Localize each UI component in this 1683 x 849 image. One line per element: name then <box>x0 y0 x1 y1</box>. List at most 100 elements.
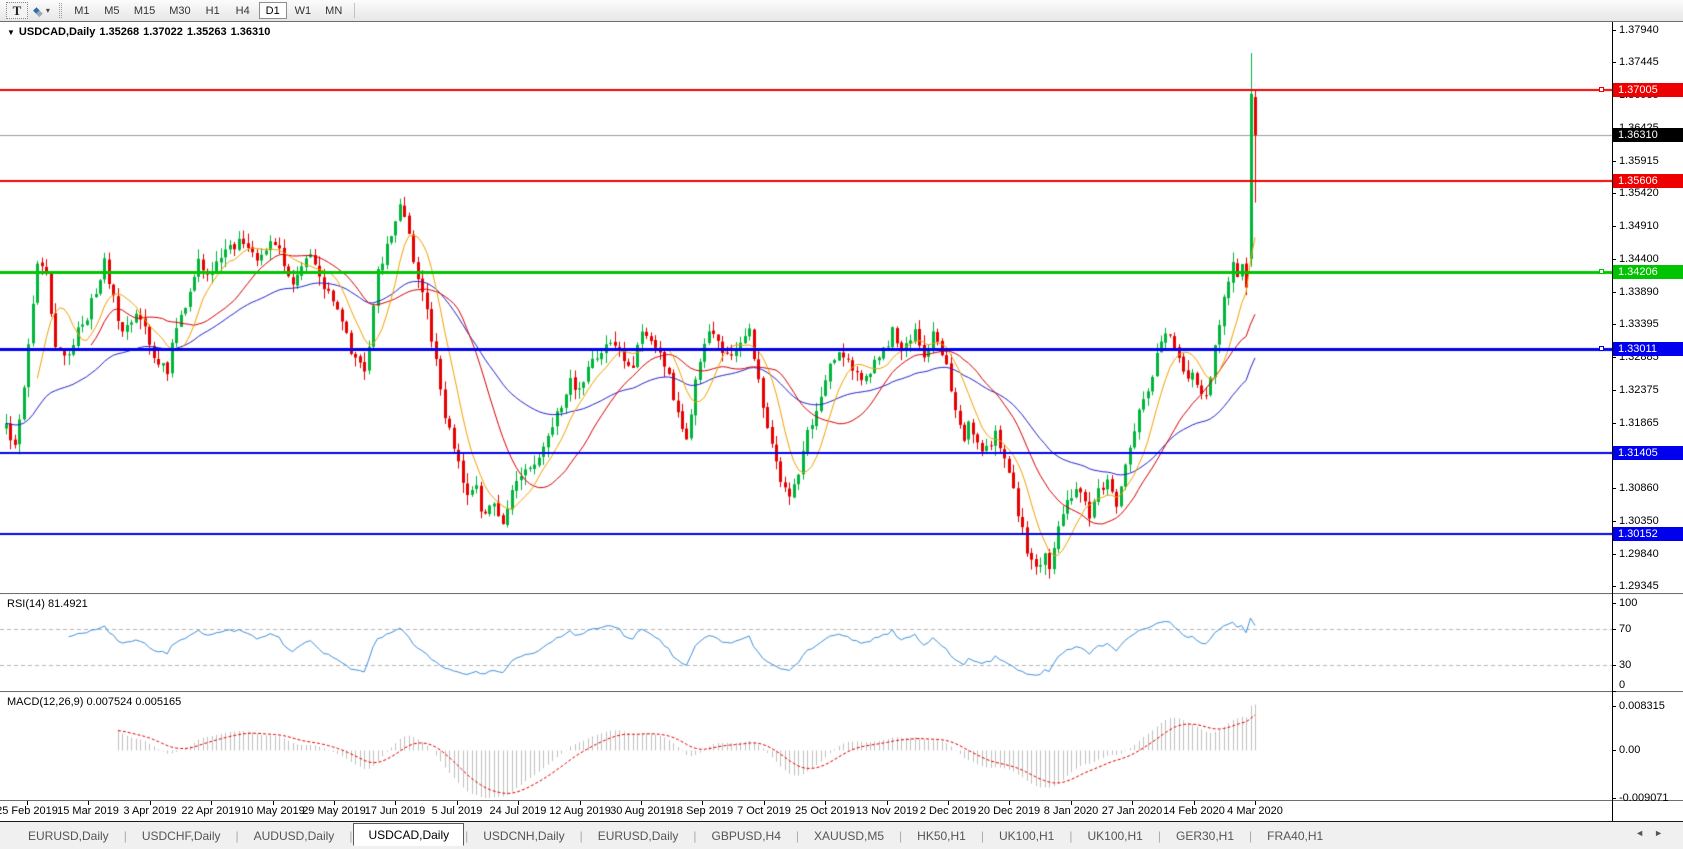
rsi-tick-mark <box>1612 691 1616 692</box>
price-chart-canvas[interactable] <box>0 22 1612 593</box>
rsi-label: RSI(14) 81.4921 <box>7 598 88 610</box>
price-tick-mark <box>1612 259 1616 260</box>
timeframe-button-mn[interactable]: MN <box>319 2 348 19</box>
price-tick-mark <box>1612 161 1616 162</box>
ohlc-high: 1.37022 <box>143 26 183 38</box>
date-label: 4 Mar 2020 <box>1213 805 1297 817</box>
tab-uk100-h1[interactable]: UK100,H1 <box>985 826 1068 846</box>
price-tick-label: 1.29345 <box>1619 580 1681 592</box>
price-tick-label: 1.30350 <box>1619 515 1681 527</box>
macd-tick-mark <box>1612 750 1616 751</box>
price-tick-label: 1.33890 <box>1619 286 1681 298</box>
macd-tick-label: 0.00 <box>1619 744 1681 756</box>
price-tick-label: 1.37940 <box>1619 24 1681 36</box>
rsi-tick-label: 30 <box>1619 659 1681 671</box>
price-tick-label: 1.33395 <box>1619 318 1681 330</box>
timeframe-button-m5[interactable]: M5 <box>98 2 126 19</box>
hline-drag-handle[interactable] <box>1599 87 1604 92</box>
price-tag-hline: 1.37005 <box>1613 83 1683 97</box>
price-tick-mark <box>1612 554 1616 555</box>
price-tag-hline: 1.35606 <box>1613 174 1683 188</box>
chart-dropdown-icon: ▼ <box>7 28 15 37</box>
tab-eurusd-daily[interactable]: EURUSD,Daily <box>584 826 693 846</box>
ohlc-low: 1.35263 <box>187 26 227 38</box>
current-price-tag: 1.36310 <box>1613 128 1683 142</box>
ohlc-close: 1.36310 <box>231 26 271 38</box>
tab-eurusd-daily[interactable]: EURUSD,Daily <box>14 826 123 846</box>
toolbar-separator <box>354 3 355 18</box>
price-tick-mark <box>1612 423 1616 424</box>
price-tick-mark <box>1612 586 1616 587</box>
rsi-tick-mark <box>1612 665 1616 666</box>
price-tick-label: 1.31865 <box>1619 417 1681 429</box>
tab-xauusd-m5[interactable]: XAUUSD,M5 <box>800 826 898 846</box>
macd-label: MACD(12,26,9) 0.007524 0.005165 <box>7 696 181 708</box>
price-tag-hline: 1.30152 <box>1613 527 1683 541</box>
price-tag-hline: 1.34206 <box>1613 265 1683 279</box>
price-tick-mark <box>1612 193 1616 194</box>
toolbar-grip[interactable] <box>59 3 62 18</box>
tab-usdchf-daily[interactable]: USDCHF,Daily <box>128 826 235 846</box>
macd-bottom-border <box>0 800 1683 801</box>
hline-drag-handle[interactable] <box>1599 346 1604 351</box>
tab-audusd-daily[interactable]: AUDUSD,Daily <box>240 826 349 846</box>
timeframe-button-h4[interactable]: H4 <box>229 2 257 19</box>
tab-ger30-h1[interactable]: GER30,H1 <box>1162 826 1248 846</box>
price-tick-mark <box>1612 292 1616 293</box>
tab-fra40-h1[interactable]: FRA40,H1 <box>1253 826 1337 846</box>
price-tick-label: 1.34910 <box>1619 220 1681 232</box>
price-tick-mark <box>1612 30 1616 31</box>
chart-symbol-label: USDCAD,Daily <box>19 26 95 38</box>
macd-tick-label: -0.009071 <box>1619 792 1681 804</box>
chart-tab-bar: EURUSD,Daily|USDCHF,Daily|AUDUSD,Daily|U… <box>0 822 1683 849</box>
rsi-tick-label: 0 <box>1619 679 1681 691</box>
macd-indicator-canvas[interactable] <box>0 693 1612 800</box>
timeframe-button-h1[interactable]: H1 <box>199 2 227 19</box>
price-tag-hline: 1.33011 <box>1613 342 1683 356</box>
price-tick-label: 1.37445 <box>1619 56 1681 68</box>
tab-hk50-h1[interactable]: HK50,H1 <box>903 826 980 846</box>
timeframe-button-d1[interactable]: D1 <box>259 2 287 19</box>
price-tick-label: 1.35915 <box>1619 155 1681 167</box>
tab-scroll-right-icon[interactable]: ► <box>1654 828 1673 838</box>
ohlc-open: 1.35268 <box>99 26 139 38</box>
price-tick-mark <box>1612 390 1616 391</box>
price-tick-label: 1.30860 <box>1619 482 1681 494</box>
rsi-indicator-canvas[interactable] <box>0 595 1612 691</box>
mt4-terminal-window: T ◆ ◆ ▾ M1M5M15M30H1H4D1W1MN ▼ USDCAD,Dai… <box>0 0 1683 849</box>
rsi-tick-label: 70 <box>1619 623 1681 635</box>
price-tick-label: 1.34400 <box>1619 253 1681 265</box>
top-toolbar: T ◆ ◆ ▾ M1M5M15M30H1H4D1W1MN <box>0 0 1683 21</box>
price-tick-label: 1.29840 <box>1619 548 1681 560</box>
macd-tick-mark <box>1612 706 1616 707</box>
timeframe-button-group: M1M5M15M30H1H4D1W1MN <box>68 2 350 19</box>
window-layout-button[interactable]: ◆ ◆ ▾ <box>30 2 53 19</box>
timeframe-button-m1[interactable]: M1 <box>68 2 96 19</box>
tab-usdcad-daily[interactable]: USDCAD,Daily <box>353 823 464 846</box>
price-tag-hline: 1.31405 <box>1613 446 1683 460</box>
rsi-tick-label: 100 <box>1619 597 1681 609</box>
price-tick-mark <box>1612 324 1616 325</box>
text-tool-button[interactable]: T <box>6 2 28 19</box>
hline-drag-handle[interactable] <box>1599 269 1604 274</box>
tab-uk100-h1[interactable]: UK100,H1 <box>1073 826 1156 846</box>
layout-icon-shadow: ◆ <box>36 9 43 18</box>
macd-tick-mark <box>1612 798 1616 799</box>
tab-scroll-left-icon[interactable]: ◄ <box>1635 828 1654 838</box>
price-tick-label: 1.32375 <box>1619 384 1681 396</box>
timeframe-button-w1[interactable]: W1 <box>289 2 318 19</box>
price-tick-mark <box>1612 357 1616 358</box>
price-tick-mark <box>1612 521 1616 522</box>
timeframe-button-m30[interactable]: M30 <box>163 2 196 19</box>
price-tick-mark <box>1612 488 1616 489</box>
tab-scroll-arrows: ◄► <box>1635 828 1673 838</box>
rsi-tick-mark <box>1612 629 1616 630</box>
rsi-tick-mark <box>1612 603 1616 604</box>
caret-down-icon: ▾ <box>46 6 50 15</box>
macd-tick-label: 0.008315 <box>1619 700 1681 712</box>
timeframe-button-m15[interactable]: M15 <box>128 2 161 19</box>
tab-usdcnh-daily[interactable]: USDCNH,Daily <box>469 826 578 846</box>
tab-gbpusd-h4[interactable]: GBPUSD,H4 <box>698 826 795 846</box>
price-tick-mark <box>1612 226 1616 227</box>
chart-title[interactable]: ▼ USDCAD,Daily 1.35268 1.37022 1.35263 1.3631… <box>7 26 274 38</box>
